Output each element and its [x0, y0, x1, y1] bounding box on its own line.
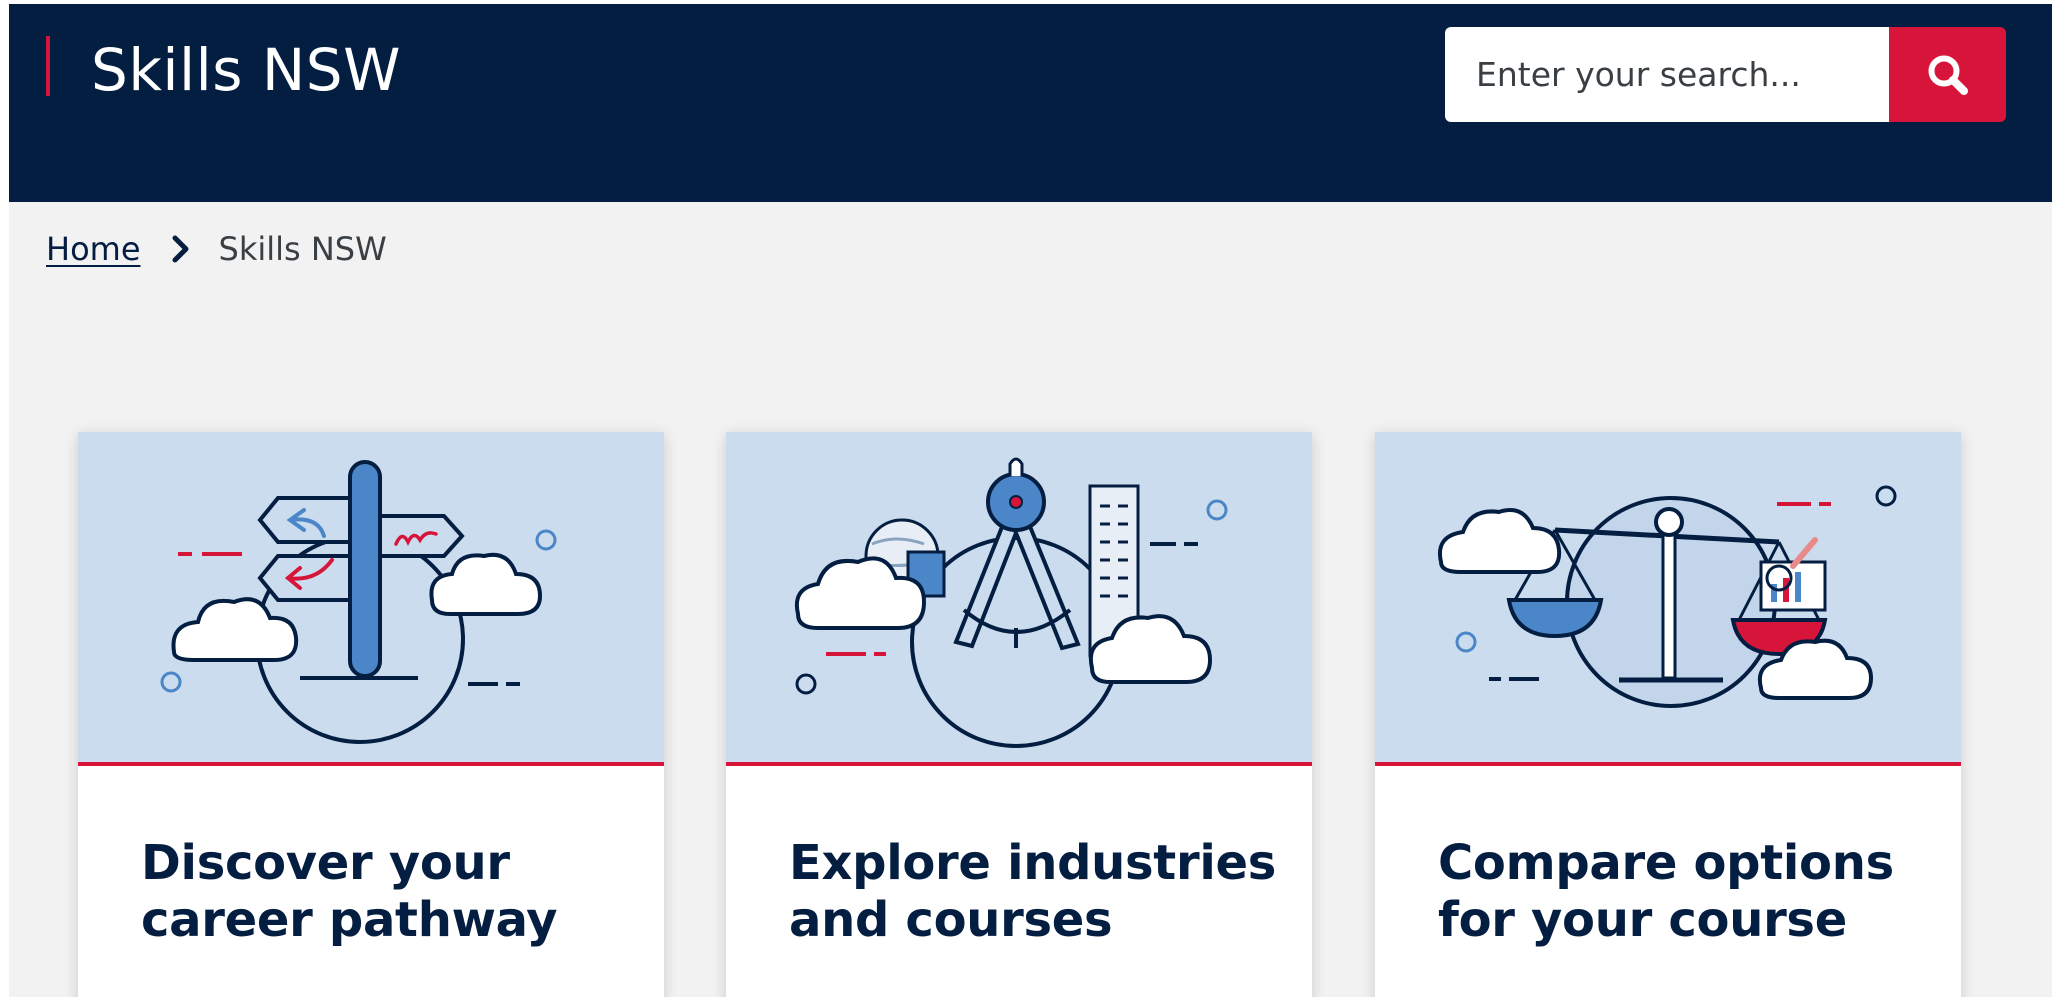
signpost-illustration [78, 432, 664, 766]
card-compare-course-options[interactable]: Compare options for your course [1375, 432, 1961, 997]
site-title[interactable]: Skills NSW [91, 24, 401, 116]
breadcrumb-current: Skills NSW [218, 230, 387, 268]
breadcrumb: Home Skills NSW [46, 226, 387, 272]
scales-illustration [1375, 432, 1961, 766]
search-icon [1928, 55, 1968, 95]
search-form [1445, 27, 2006, 122]
breadcrumb-home-link[interactable]: Home [46, 230, 141, 268]
card-title: Compare options for your course [1438, 835, 1894, 948]
card-discover-career-pathway[interactable]: Discover your career pathway [78, 432, 664, 997]
card-title: Explore industries and courses [789, 835, 1276, 948]
search-button[interactable] [1889, 27, 2006, 122]
brand-accent-bar [46, 36, 50, 96]
card-explore-industries-courses[interactable]: Explore industries and courses [726, 432, 1312, 997]
compass-illustration [726, 432, 1312, 766]
search-input[interactable] [1445, 27, 1889, 122]
card-title: Discover your career pathway [141, 835, 558, 948]
chevron-right-icon [165, 233, 197, 265]
page: Skills NSW Home Skills NSW [9, 4, 2052, 997]
site-header: Skills NSW [9, 4, 2052, 202]
